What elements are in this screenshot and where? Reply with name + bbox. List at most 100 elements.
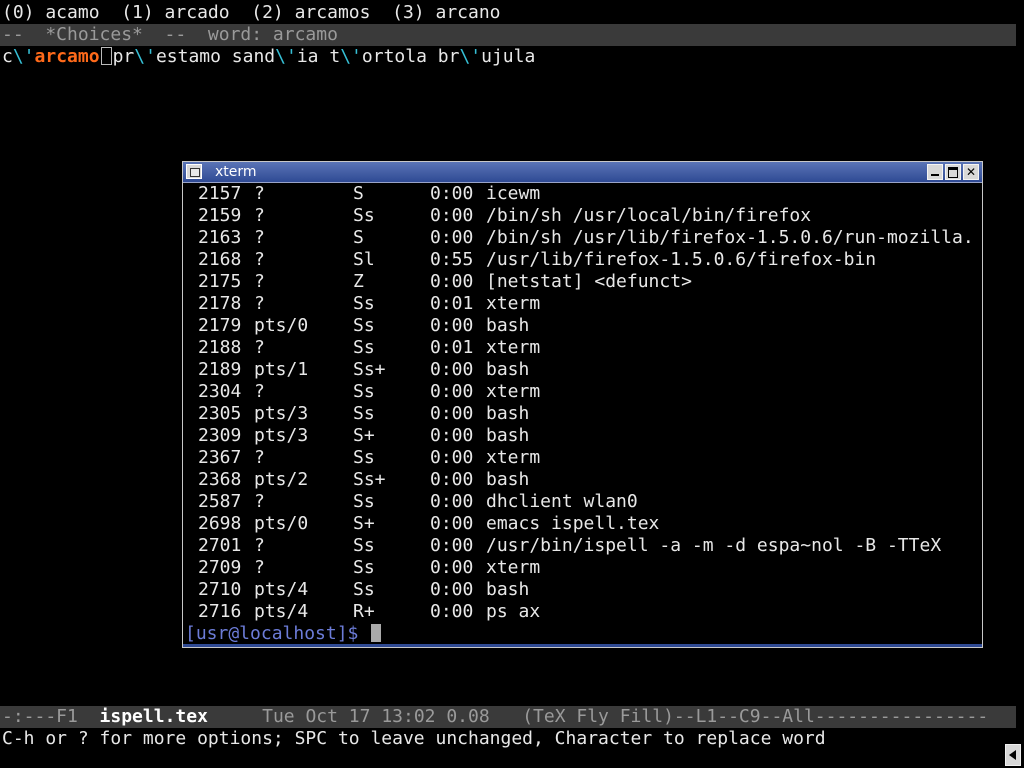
terminal-cursor bbox=[371, 624, 382, 642]
process-tty: ? bbox=[254, 535, 265, 556]
process-command: ps ax bbox=[486, 601, 541, 622]
process-tty: pts/0 bbox=[254, 315, 309, 336]
process-time: 0:00 bbox=[430, 425, 474, 446]
process-stat: Ss bbox=[353, 579, 375, 600]
process-time: 0:00 bbox=[430, 381, 474, 402]
process-command: /usr/lib/firefox-1.5.0.6/firefox-bin bbox=[486, 249, 877, 270]
process-pid: 2701 bbox=[198, 535, 242, 556]
process-time: 0:00 bbox=[430, 271, 474, 292]
process-pid: 2304 bbox=[198, 381, 242, 402]
process-time: 0:01 bbox=[430, 293, 474, 314]
process-tty: ? bbox=[254, 557, 265, 578]
process-time: 0:01 bbox=[430, 337, 474, 358]
process-command: bash bbox=[486, 469, 530, 490]
process-tty: pts/1 bbox=[254, 359, 309, 380]
text-cursor bbox=[100, 47, 112, 65]
process-pid: 2179 bbox=[198, 315, 242, 336]
process-stat: Z bbox=[353, 271, 364, 292]
process-stat: Ss bbox=[353, 315, 375, 336]
process-time: 0:55 bbox=[430, 249, 474, 270]
process-stat: S+ bbox=[353, 513, 375, 534]
accent-escape: \' bbox=[459, 46, 482, 67]
process-pid: 2368 bbox=[198, 469, 242, 490]
process-stat: R+ bbox=[353, 601, 375, 622]
process-command: /usr/bin/ispell -a -m -d espa~nol -B -TT… bbox=[486, 535, 942, 556]
process-stat: Ss bbox=[353, 447, 375, 468]
process-tty: ? bbox=[254, 183, 265, 204]
process-stat: Ss bbox=[353, 535, 375, 556]
process-pid: 2305 bbox=[198, 403, 242, 424]
process-tty: pts/4 bbox=[254, 601, 309, 622]
maximize-icon[interactable] bbox=[945, 164, 961, 180]
process-command: xterm bbox=[486, 337, 541, 358]
process-stat: Ss bbox=[353, 491, 375, 512]
process-tty: ? bbox=[254, 227, 265, 248]
shell-prompt[interactable]: [usr@localhost]$ bbox=[185, 623, 382, 645]
process-stat: Ss bbox=[353, 381, 375, 402]
text-segment: c bbox=[2, 46, 13, 67]
process-time: 0:00 bbox=[430, 205, 474, 226]
buffer-text-line[interactable]: c\'arcamo pr\'estamo sand\'ia t\'ortola b… bbox=[2, 46, 535, 68]
text-segment: ortola br bbox=[361, 46, 460, 67]
process-stat: Sl bbox=[353, 249, 375, 270]
process-command: /bin/sh /usr/lib/firefox-1.5.0.6/run-moz… bbox=[486, 227, 974, 248]
modeline-status: Tue Oct 17 13:02 0.08 (TeX Fly Fill)--L1… bbox=[207, 706, 989, 727]
process-time: 0:00 bbox=[430, 227, 474, 248]
process-tty: ? bbox=[254, 381, 265, 402]
minimize-icon[interactable] bbox=[927, 164, 943, 180]
text-segment: estamo sand bbox=[155, 46, 276, 67]
process-tty: ? bbox=[254, 337, 265, 358]
process-tty: pts/2 bbox=[254, 469, 309, 490]
process-command: [netstat] <defunct> bbox=[486, 271, 692, 292]
process-pid: 2367 bbox=[198, 447, 242, 468]
window-menu-icon[interactable] bbox=[186, 164, 202, 179]
modeline-prefix: -:---F1 bbox=[2, 706, 100, 727]
process-stat: S bbox=[353, 227, 364, 248]
accent-escape: \' bbox=[275, 46, 297, 67]
process-command: dhclient wlan0 bbox=[486, 491, 638, 512]
process-stat: Ss+ bbox=[353, 469, 386, 490]
close-icon[interactable]: ✕ bbox=[963, 164, 979, 180]
process-command: bash bbox=[486, 359, 530, 380]
process-command: xterm bbox=[486, 381, 541, 402]
process-tty: ? bbox=[254, 447, 265, 468]
process-command: icewm bbox=[486, 183, 541, 204]
process-command: xterm bbox=[486, 293, 541, 314]
xterm-window[interactable]: xterm ✕ 2157? S 0:00 icewm 2159? Ss 0:00/bin/s… bbox=[182, 161, 983, 648]
process-tty: ? bbox=[254, 491, 265, 512]
terminal-output[interactable]: 2157? S 0:00 icewm 2159? Ss 0:00/bin/sh /usr/l… bbox=[183, 183, 982, 647]
process-time: 0:00 bbox=[430, 183, 474, 204]
process-command: xterm bbox=[486, 557, 541, 578]
process-time: 0:00 bbox=[430, 557, 474, 578]
process-pid: 2309 bbox=[198, 425, 242, 446]
process-pid: 2189 bbox=[198, 359, 242, 380]
process-stat: Ss bbox=[353, 293, 375, 314]
ispell-choices-list: (0) acamo (1) arcado (2) arcamos (3) arc… bbox=[2, 2, 501, 23]
process-command: bash bbox=[486, 403, 530, 424]
text-segment: pr bbox=[112, 46, 135, 67]
process-stat: Ss bbox=[353, 337, 375, 358]
process-command: bash bbox=[486, 425, 530, 446]
process-command: emacs ispell.tex bbox=[486, 513, 660, 534]
misspelled-word: arcamo bbox=[34, 46, 100, 67]
process-time: 0:00 bbox=[430, 403, 474, 424]
accent-escape: \' bbox=[134, 46, 156, 67]
process-pid: 2159 bbox=[198, 205, 242, 226]
process-pid: 2709 bbox=[198, 557, 242, 578]
process-pid: 2175 bbox=[198, 271, 242, 292]
process-pid: 2188 bbox=[198, 337, 242, 358]
process-tty: ? bbox=[254, 293, 265, 314]
process-pid: 2710 bbox=[198, 579, 242, 600]
process-time: 0:00 bbox=[430, 601, 474, 622]
process-stat: S+ bbox=[353, 425, 375, 446]
main-modeline: -:---F1 ispell.tex Tue Oct 17 13:02 0.08… bbox=[0, 706, 1016, 728]
prompt-text: [usr@localhost]$ bbox=[185, 623, 370, 644]
xterm-titlebar[interactable]: xterm ✕ bbox=[183, 162, 982, 183]
process-tty: pts/0 bbox=[254, 513, 309, 534]
process-time: 0:00 bbox=[430, 491, 474, 512]
left-arrow-icon[interactable] bbox=[1005, 744, 1021, 766]
minibuffer-message: C-h or ? for more options; SPC to leave … bbox=[2, 728, 826, 749]
process-pid: 2178 bbox=[198, 293, 242, 314]
process-command: /bin/sh /usr/local/bin/firefox bbox=[486, 205, 812, 226]
process-command: bash bbox=[486, 315, 530, 336]
